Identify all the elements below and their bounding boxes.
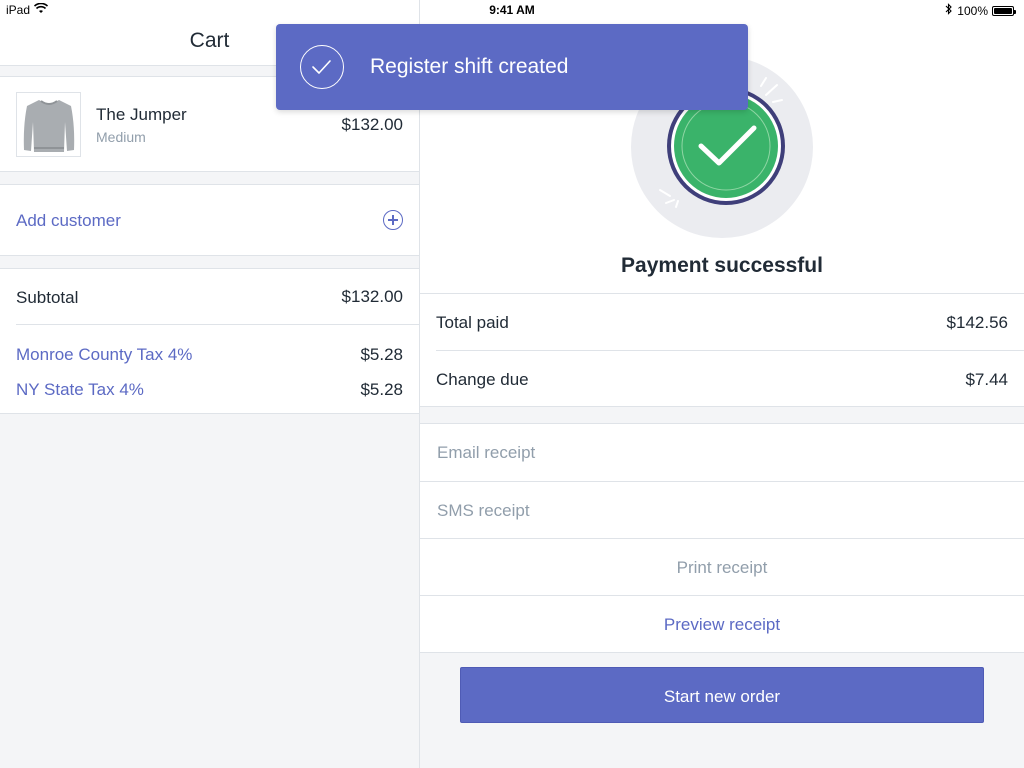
add-customer-label: Add customer bbox=[16, 211, 121, 230]
battery-icon bbox=[992, 5, 1016, 16]
item-price: $132.00 bbox=[341, 115, 403, 134]
status-time: 9:41 AM bbox=[489, 3, 535, 17]
email-receipt-field[interactable]: Email receipt bbox=[420, 424, 1024, 481]
sweater-icon bbox=[16, 92, 81, 157]
subtotal-label: Subtotal bbox=[16, 288, 79, 307]
receipt-options: Email receipt SMS receipt Print receipt … bbox=[420, 423, 1024, 653]
print-receipt-button[interactable]: Print receipt bbox=[420, 538, 1024, 595]
payment-success-title: Payment successful bbox=[621, 254, 823, 277]
tax-value: $5.28 bbox=[360, 380, 403, 399]
bluetooth-icon bbox=[945, 3, 953, 18]
battery-level-fill bbox=[994, 7, 1012, 14]
toast-notification[interactable]: Register shift created bbox=[276, 24, 748, 110]
preview-receipt-button[interactable]: Preview receipt bbox=[420, 595, 1024, 652]
item-name: The Jumper bbox=[96, 105, 187, 124]
total-paid-value: $142.56 bbox=[946, 313, 1008, 332]
cart-totals: Subtotal $132.00 Monroe County Tax 4% $5… bbox=[0, 268, 419, 414]
change-due-row: Change due $7.44 bbox=[436, 350, 1024, 406]
toast-message: Register shift created bbox=[370, 55, 569, 78]
total-paid-row: Total paid $142.56 bbox=[420, 294, 1024, 350]
cart-pane: Cart The Jumper Medium $132.00 Add custo… bbox=[0, 0, 420, 768]
subtotal-row: Subtotal $132.00 bbox=[16, 269, 419, 325]
tax-value: $5.28 bbox=[360, 345, 403, 364]
tax-label: NY State Tax 4% bbox=[16, 380, 144, 399]
payment-summary: Total paid $142.56 Change due $7.44 bbox=[420, 294, 1024, 407]
tax-row[interactable]: NY State Tax 4% $5.28 bbox=[0, 370, 419, 405]
start-new-order-button[interactable]: Start new order bbox=[460, 667, 984, 723]
add-circle-icon[interactable] bbox=[383, 210, 403, 230]
preview-receipt-label: Preview receipt bbox=[663, 615, 781, 634]
check-circle-icon bbox=[300, 45, 344, 89]
tax-label: Monroe County Tax 4% bbox=[16, 345, 193, 364]
tax-row[interactable]: Monroe County Tax 4% $5.28 bbox=[0, 335, 419, 370]
print-receipt-label: Print receipt bbox=[676, 558, 768, 577]
payment-pane: Payment successful Total paid $142.56 Ch… bbox=[420, 0, 1024, 768]
change-due-value: $7.44 bbox=[965, 370, 1008, 389]
subtotal-value: $132.00 bbox=[341, 287, 403, 306]
add-customer-button[interactable]: Add customer bbox=[0, 184, 419, 256]
battery-percent: 100% bbox=[957, 3, 988, 18]
item-variant: Medium bbox=[96, 129, 146, 145]
change-due-label: Change due bbox=[436, 370, 529, 389]
sms-receipt-field[interactable]: SMS receipt bbox=[420, 481, 1024, 538]
total-paid-label: Total paid bbox=[436, 313, 509, 332]
status-bar: iPad 9:41 AM 100% bbox=[0, 0, 1024, 20]
